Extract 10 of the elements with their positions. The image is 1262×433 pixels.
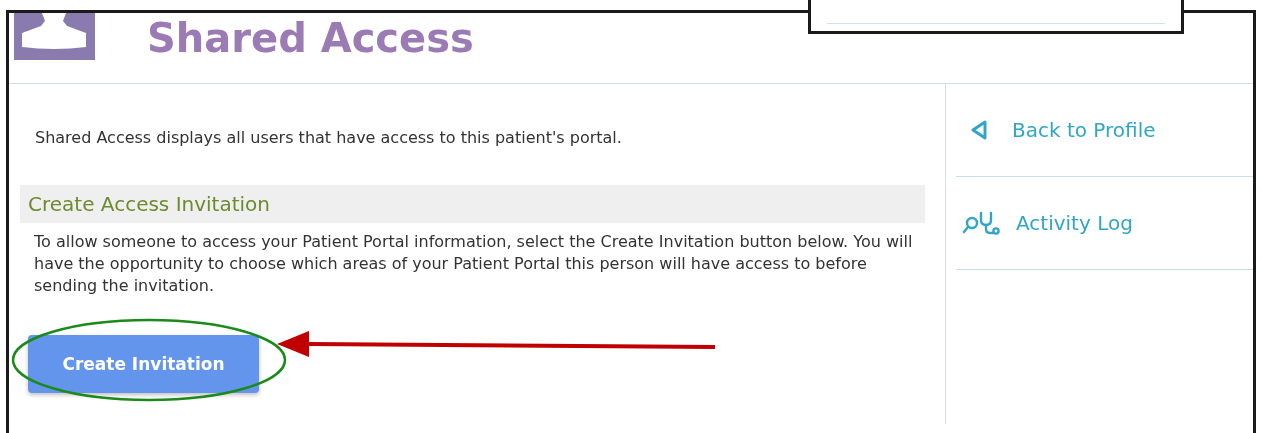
- intro-text: Shared Access displays all users that have access to this patient's portal.: [35, 128, 623, 147]
- stethoscope-icon: [962, 211, 1000, 235]
- section-heading: Create Access Invitation: [20, 185, 925, 223]
- sidebar-link[interactable]: Activity Log: [956, 177, 1253, 270]
- user-icon: [14, 13, 95, 60]
- section-text: To allow someone to access your Patient Portal information, select the Create Invitation button below. You will have the opportunity to choose which areas of your Patient Portal this person will have access to before sending the invitation.: [34, 231, 914, 297]
- create-invitation-button[interactable]: Create Invitation: [28, 335, 259, 393]
- sidebar-link[interactable]: Back to Profile: [956, 84, 1253, 177]
- page-title: Shared Access: [147, 14, 474, 62]
- back-icon: [970, 120, 988, 140]
